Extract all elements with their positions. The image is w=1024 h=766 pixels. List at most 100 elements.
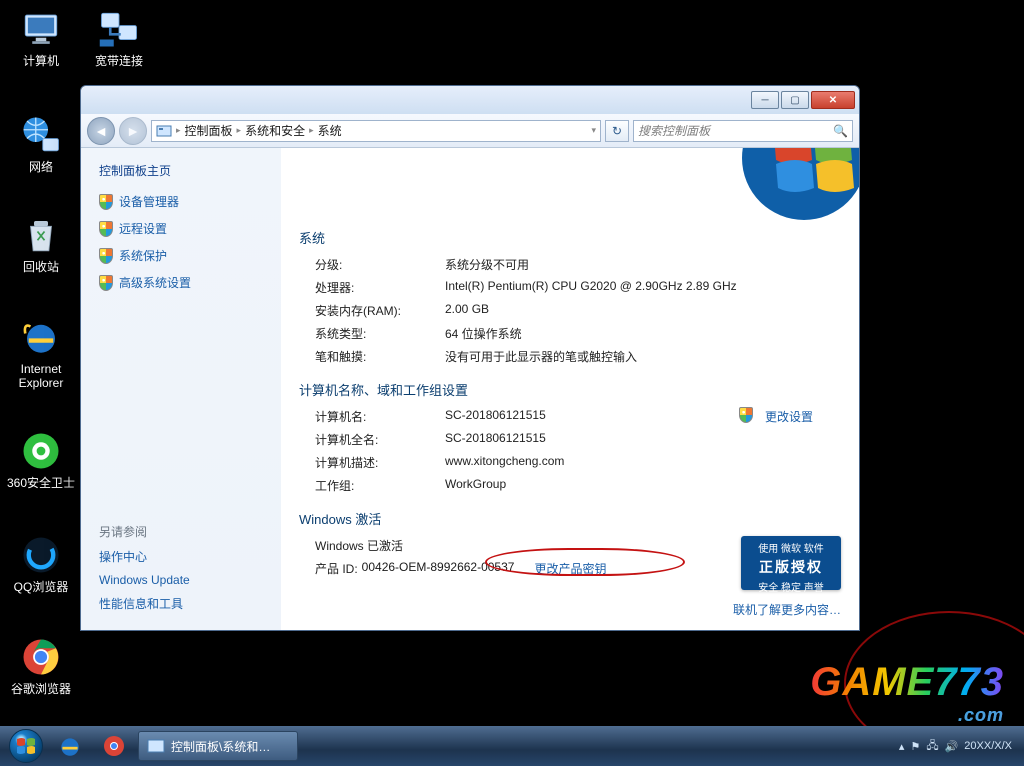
sidebar: 控制面板主页 设备管理器 远程设置 系统保护 高级系统设置 另请参阅 操作中心 …	[81, 148, 281, 630]
ram-label: 安装内存(RAM):	[315, 302, 445, 319]
taskbar-task-control-panel[interactable]: 控制面板\系统和…	[138, 731, 298, 761]
see-also-windows-update[interactable]: Windows Update	[99, 573, 267, 587]
forward-button[interactable]: ►	[119, 117, 147, 145]
badge-main: 正版授权	[741, 557, 841, 577]
windows-flag-graphic	[719, 148, 859, 228]
desktop-icon-computer[interactable]: 计算机	[4, 8, 78, 68]
control-panel-home-link[interactable]: 控制面板主页	[99, 162, 267, 179]
toolbar: ◄ ► ▸ 控制面板 ▸ 系统和安全 ▸ 系统 ▾ ↻ 搜索控制面板 🔍	[81, 114, 859, 148]
search-icon[interactable]: 🔍	[833, 124, 848, 138]
breadcrumb-item[interactable]: 系统	[318, 122, 342, 139]
sidebar-task-device-manager[interactable]: 设备管理器	[99, 193, 267, 210]
pen-value: 没有可用于此显示器的笔或触控输入	[445, 348, 841, 365]
control-panel-window: ─ ▢ ✕ ◄ ► ▸ 控制面板 ▸ 系统和安全 ▸ 系统 ▾ ↻ 搜索控制面板…	[80, 85, 860, 631]
icon-label: Internet Explorer	[4, 362, 78, 390]
sidebar-task-remote[interactable]: 远程设置	[99, 220, 267, 237]
section-activation-title: Windows 激活	[299, 509, 841, 528]
maximize-button[interactable]: ▢	[781, 91, 809, 109]
sidebar-task-label: 系统保护	[119, 247, 167, 264]
taskbar-chrome-icon[interactable]	[94, 731, 134, 761]
search-placeholder: 搜索控制面板	[638, 122, 710, 139]
taskbar-ie-icon[interactable]	[50, 731, 90, 761]
chevron-down-icon[interactable]: ▾	[591, 125, 596, 136]
badge-top: 使用 微软 软件	[741, 540, 841, 555]
icon-label: 谷歌浏览器	[4, 682, 78, 696]
see-also-title: 另请参阅	[99, 523, 267, 540]
see-also-performance[interactable]: 性能信息和工具	[99, 595, 267, 612]
see-also-action-center[interactable]: 操作中心	[99, 548, 267, 565]
breadcrumb-item[interactable]: 系统和安全	[245, 122, 305, 139]
refresh-button[interactable]: ↻	[605, 120, 629, 142]
systype-value: 64 位操作系统	[445, 325, 841, 342]
start-orb-icon	[9, 729, 43, 763]
window-body: 控制面板主页 设备管理器 远程设置 系统保护 高级系统设置 另请参阅 操作中心 …	[81, 148, 859, 630]
shield-icon	[99, 221, 113, 237]
full-name-label: 计算机全名:	[315, 431, 445, 448]
back-button[interactable]: ◄	[87, 117, 115, 145]
content-pane: 系统 分级:系统分级不可用 处理器:Intel(R) Pentium(R) CP…	[281, 148, 859, 630]
genuine-badge: 使用 微软 软件 正版授权 安全 稳定 声誉	[741, 536, 841, 590]
workgroup-label: 工作组:	[315, 477, 445, 494]
change-settings-link[interactable]: 更改设置	[765, 408, 813, 425]
close-button[interactable]: ✕	[811, 91, 855, 109]
address-bar[interactable]: ▸ 控制面板 ▸ 系统和安全 ▸ 系统 ▾	[151, 120, 601, 142]
desktop-icon-recycle[interactable]: 回收站	[4, 214, 78, 274]
section-name-title: 计算机名称、域和工作组设置	[299, 380, 841, 399]
section-system-title: 系统	[299, 228, 841, 247]
system-tray[interactable]: ▴ ⚑ 🖧 🔊 20XX/X/X	[899, 737, 1018, 756]
description-value: www.xitongcheng.com	[445, 454, 841, 471]
full-name-value: SC-201806121515	[445, 431, 841, 448]
icon-label: 计算机	[4, 54, 78, 68]
desktop-icon-360[interactable]: 360安全卫士	[4, 430, 78, 490]
desktop-icon-ie[interactable]: Internet Explorer	[4, 316, 78, 390]
workgroup-value: WorkGroup	[445, 477, 841, 494]
learn-more-link[interactable]: 联机了解更多内容…	[733, 601, 841, 618]
icon-label: QQ浏览器	[4, 580, 78, 594]
breadcrumb-item[interactable]: 控制面板	[185, 122, 233, 139]
description-label: 计算机描述:	[315, 454, 445, 471]
shield-icon	[99, 248, 113, 264]
control-panel-icon	[156, 123, 172, 139]
systype-label: 系统类型:	[315, 325, 445, 342]
sidebar-task-label: 设备管理器	[119, 193, 179, 210]
taskbar: 控制面板\系统和… ▴ ⚑ 🖧 🔊 20XX/X/X	[0, 726, 1024, 766]
window-icon	[147, 737, 165, 755]
see-also: 另请参阅 操作中心 Windows Update 性能信息和工具	[99, 523, 267, 620]
desktop-icon-qqbrowser[interactable]: QQ浏览器	[4, 534, 78, 594]
tray-flag-icon[interactable]: ⚑	[910, 740, 920, 753]
shield-icon	[99, 194, 113, 210]
desktop-icon-chrome[interactable]: 谷歌浏览器	[4, 636, 78, 696]
icon-label: 网络	[4, 160, 78, 174]
rating-label: 分级:	[315, 256, 445, 273]
sidebar-task-advanced[interactable]: 高级系统设置	[99, 274, 267, 291]
search-input[interactable]: 搜索控制面板 🔍	[633, 120, 853, 142]
badge-sub: 安全 稳定 声誉	[741, 579, 841, 594]
desktop-icon-network[interactable]: 网络	[4, 114, 78, 174]
tray-volume-icon[interactable]: 🔊	[945, 740, 959, 753]
icon-label: 回收站	[4, 260, 78, 274]
change-product-key-link[interactable]: 更改产品密钥	[534, 560, 606, 577]
sidebar-task-label: 高级系统设置	[119, 274, 191, 291]
sidebar-task-protection[interactable]: 系统保护	[99, 247, 267, 264]
ram-value: 2.00 GB	[445, 302, 841, 319]
taskbar-task-label: 控制面板\系统和…	[171, 738, 270, 755]
icon-label: 宽带连接	[82, 54, 156, 68]
shield-icon	[739, 407, 753, 423]
tray-network-icon[interactable]: 🖧	[926, 737, 938, 756]
cpu-label: 处理器:	[315, 279, 445, 296]
sidebar-task-label: 远程设置	[119, 220, 167, 237]
computer-name-label: 计算机名:	[315, 408, 445, 425]
titlebar[interactable]: ─ ▢ ✕	[81, 86, 859, 114]
minimize-button[interactable]: ─	[751, 91, 779, 109]
tray-up-icon[interactable]: ▴	[899, 740, 905, 753]
shield-icon	[99, 275, 113, 291]
desktop-icon-broadband[interactable]: 宽带连接	[82, 8, 156, 68]
tray-clock[interactable]: 20XX/X/X	[964, 740, 1012, 752]
product-id-label: 产品 ID:	[315, 560, 358, 577]
cpu-value: Intel(R) Pentium(R) CPU G2020 @ 2.90GHz …	[445, 279, 841, 296]
rating-link[interactable]: 系统分级不可用	[445, 256, 841, 273]
product-id-value: 00426-OEM-8992662-00537	[362, 560, 515, 577]
icon-label: 360安全卫士	[4, 476, 78, 490]
pen-label: 笔和触摸:	[315, 348, 445, 365]
start-button[interactable]	[6, 729, 46, 763]
